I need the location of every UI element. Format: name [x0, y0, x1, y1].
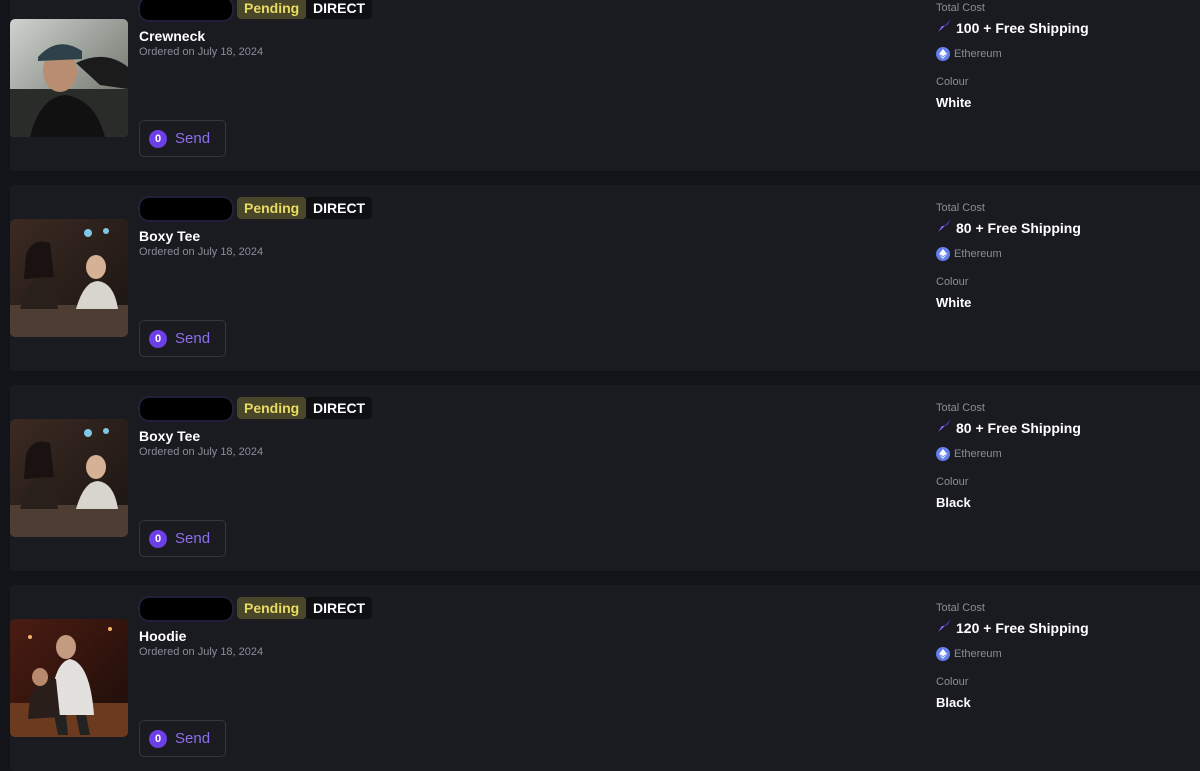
status-badge: Pending: [237, 197, 307, 219]
cost-details: Total Cost 80 + Free Shipping Ethereum C…: [936, 202, 1186, 310]
total-cost: 80 + Free Shipping: [936, 219, 1186, 237]
status-badge: Pending: [237, 597, 307, 619]
order-date: Ordered on July 18, 2024: [139, 646, 264, 658]
colour-value: Black: [936, 695, 971, 710]
product-photo[interactable]: [10, 219, 128, 337]
send-count-badge: 0: [149, 129, 167, 148]
total-cost-label: Total Cost: [936, 202, 985, 214]
chain-name: Ethereum: [954, 448, 1002, 460]
total-cost-label: Total Cost: [936, 2, 985, 14]
cost-details: Total Cost 80 + Free Shipping Ethereum C…: [936, 402, 1186, 510]
ethereum-icon: [936, 47, 950, 61]
order-date: Ordered on July 18, 2024: [139, 446, 264, 458]
send-button[interactable]: 0 Send: [139, 520, 226, 557]
chain: Ethereum: [936, 47, 1186, 61]
orders-page: Pending DIRECT Crewneck Ordered on July …: [0, 0, 1200, 771]
send-button[interactable]: 0 Send: [139, 720, 226, 757]
order-date: Ordered on July 18, 2024: [139, 246, 264, 258]
cost-details: Total Cost 100 + Free Shipping Ethereum …: [936, 2, 1186, 110]
total-cost-label: Total Cost: [936, 602, 985, 614]
send-button[interactable]: 0 Send: [139, 120, 226, 157]
send-count-badge: 0: [149, 329, 167, 348]
chain: Ethereum: [936, 247, 1186, 261]
cost-details: Total Cost 120 + Free Shipping Ethereum …: [936, 602, 1186, 710]
total-cost: 120 + Free Shipping: [936, 619, 1186, 637]
product-name: Boxy Tee: [139, 228, 201, 244]
total-cost-value: 80 + Free Shipping: [956, 220, 1081, 236]
token-icon: [936, 417, 953, 439]
channel-badge: DIRECT: [306, 597, 373, 619]
product-photo[interactable]: [10, 619, 128, 737]
product-name: Crewneck: [139, 28, 206, 44]
total-cost: 100 + Free Shipping: [936, 19, 1186, 37]
colour-value: White: [936, 95, 972, 110]
channel-badge: DIRECT: [306, 0, 373, 19]
colour-label: Colour: [936, 76, 969, 88]
chain-name: Ethereum: [954, 48, 1002, 60]
redacted-order-id: [140, 198, 232, 220]
total-cost-value: 120 + Free Shipping: [956, 620, 1089, 636]
chain-name: Ethereum: [954, 248, 1002, 260]
send-count-badge: 0: [149, 729, 167, 748]
product-photo[interactable]: [10, 419, 128, 537]
chain: Ethereum: [936, 447, 1186, 461]
send-label: Send: [175, 330, 211, 347]
colour-label: Colour: [936, 676, 969, 688]
send-label: Send: [175, 130, 211, 147]
status-badge: Pending: [237, 397, 307, 419]
token-icon: [936, 17, 953, 39]
send-button[interactable]: 0 Send: [139, 320, 226, 357]
chain-name: Ethereum: [954, 648, 1002, 660]
order-card: Pending DIRECT Boxy Tee Ordered on July …: [10, 385, 1200, 571]
order-card: Pending DIRECT Crewneck Ordered on July …: [10, 0, 1200, 171]
colour-label: Colour: [936, 476, 969, 488]
colour-label: Colour: [936, 276, 969, 288]
redacted-order-id: [140, 398, 232, 420]
chain: Ethereum: [936, 647, 1186, 661]
send-label: Send: [175, 530, 211, 547]
ethereum-icon: [936, 447, 950, 461]
redacted-order-id: [140, 0, 232, 20]
channel-badge: DIRECT: [306, 197, 373, 219]
total-cost-value: 100 + Free Shipping: [956, 20, 1089, 36]
token-icon: [936, 617, 953, 639]
colour-value: Black: [936, 495, 971, 510]
order-date: Ordered on July 18, 2024: [139, 46, 264, 58]
channel-badge: DIRECT: [306, 397, 373, 419]
send-label: Send: [175, 730, 211, 747]
status-badge: Pending: [237, 0, 307, 19]
product-name: Boxy Tee: [139, 428, 201, 444]
product-photo[interactable]: [10, 19, 128, 137]
colour-value: White: [936, 295, 972, 310]
total-cost: 80 + Free Shipping: [936, 419, 1186, 437]
product-name: Hoodie: [139, 628, 187, 644]
total-cost-label: Total Cost: [936, 402, 985, 414]
redacted-order-id: [140, 598, 232, 620]
order-card: Pending DIRECT Boxy Tee Ordered on July …: [10, 185, 1200, 371]
total-cost-value: 80 + Free Shipping: [956, 420, 1081, 436]
token-icon: [936, 217, 953, 239]
send-count-badge: 0: [149, 529, 167, 548]
ethereum-icon: [936, 247, 950, 261]
order-card: Pending DIRECT Hoodie Ordered on July 18…: [10, 585, 1200, 771]
ethereum-icon: [936, 647, 950, 661]
